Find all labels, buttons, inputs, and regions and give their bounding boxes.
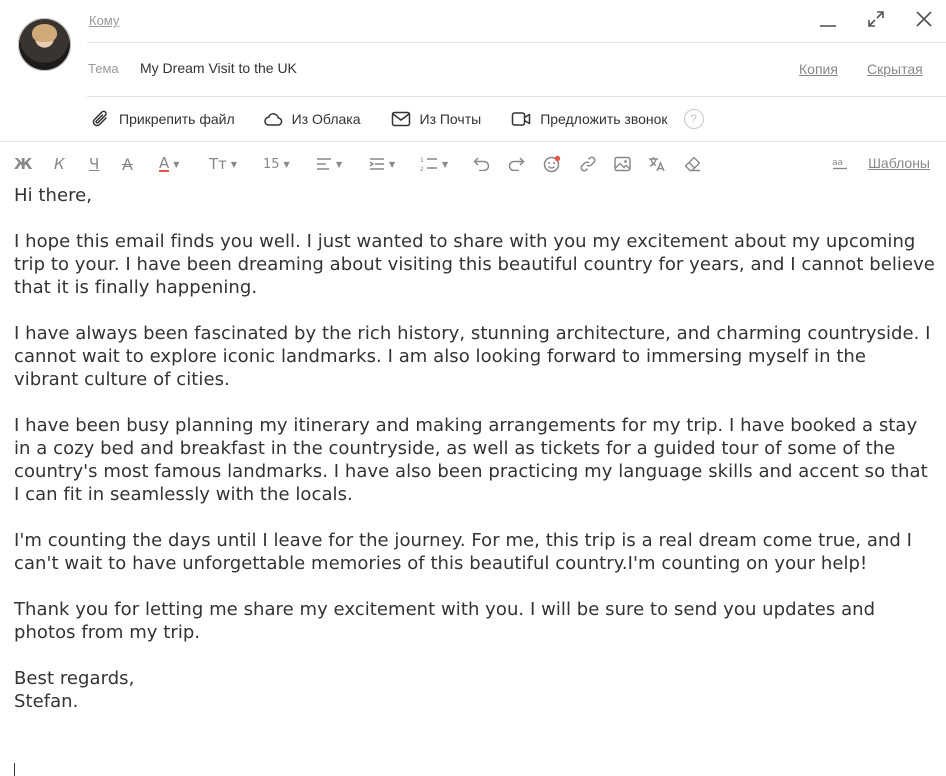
underline-button[interactable]: Ч — [89, 153, 99, 175]
attach-file-button[interactable]: Прикрепить файл — [92, 108, 235, 130]
message-paragraph: I hope this email finds you well. I just… — [14, 231, 935, 298]
clear-format-button[interactable] — [684, 153, 701, 175]
cloud-icon — [263, 113, 283, 126]
chevron-down-icon: ▼ — [336, 159, 343, 169]
attach-file-label: Прикрепить файл — [119, 111, 235, 127]
list-button[interactable]: 1 2 ▼ — [420, 153, 448, 175]
align-button[interactable]: ▼ — [316, 153, 342, 175]
indent-button[interactable]: ▼ — [369, 153, 395, 175]
emoji-icon — [543, 155, 561, 173]
templates-link[interactable]: Шаблоны — [868, 155, 930, 171]
envelope-icon — [391, 111, 410, 127]
suggest-call-button[interactable]: Предложить звонок — [511, 108, 668, 130]
subject-label: Тема — [88, 61, 119, 76]
eraser-icon — [684, 156, 701, 172]
chevron-down-icon: ▼ — [230, 159, 238, 169]
expand-icon — [868, 11, 884, 27]
to-divider — [87, 42, 946, 43]
subject-divider — [87, 96, 946, 97]
chevron-down-icon: ▼ — [389, 159, 396, 169]
from-mail-label: Из Почты — [419, 111, 482, 127]
from-mail-button[interactable]: Из Почты — [391, 108, 482, 130]
message-paragraph: I have been busy planning my itinerary a… — [14, 415, 928, 505]
message-paragraph: I have always been fascinated by the ric… — [14, 323, 931, 390]
redo-icon — [508, 157, 525, 171]
chevron-down-icon: ▼ — [283, 159, 290, 169]
message-paragraph: Hi there, — [14, 185, 93, 206]
indent-icon — [369, 158, 384, 170]
image-icon — [614, 156, 631, 172]
help-icon[interactable]: ? — [683, 109, 704, 129]
font-size-value: 15 — [263, 156, 280, 172]
align-left-icon — [317, 158, 331, 170]
close-icon — [916, 11, 932, 27]
cc-link[interactable]: Копия — [799, 61, 838, 77]
image-button[interactable] — [614, 153, 631, 175]
from-cloud-label: Из Облака — [291, 111, 361, 127]
signature-name: Stefan. — [14, 691, 79, 712]
text-cursor — [14, 763, 15, 776]
translate-icon — [649, 157, 665, 172]
message-paragraph: Thank you for letting me share my excite… — [14, 599, 876, 643]
redo-button[interactable] — [508, 153, 525, 175]
translate-button[interactable] — [648, 153, 666, 175]
signature-closing: Best regards, — [14, 668, 135, 689]
paperclip-icon — [92, 110, 107, 127]
from-cloud-button[interactable]: Из Облака — [263, 108, 361, 130]
numbered-list-icon: 1 2 — [420, 157, 437, 172]
font-color-button[interactable]: А ▼ — [159, 153, 179, 175]
svg-text:2: 2 — [420, 166, 424, 172]
expand-button[interactable] — [865, 8, 887, 30]
emoji-button[interactable] — [543, 153, 561, 175]
font-color-icon: А — [159, 154, 170, 172]
link-button[interactable] — [580, 153, 596, 175]
video-camera-icon — [511, 112, 531, 126]
format-toolbar: Ж К Ч А А ▼ Тт ▼ 15 ▼ ▼ ▼ 1 2 ▼ — [14, 153, 930, 175]
undo-button[interactable] — [473, 153, 490, 175]
spellcheck-icon[interactable]: аа — [832, 156, 848, 171]
bold-button[interactable]: Ж — [14, 153, 32, 175]
font-style-button[interactable]: Тт ▼ — [209, 153, 237, 175]
bcc-link[interactable]: Скрытая — [867, 61, 923, 77]
italic-button[interactable]: К — [54, 153, 65, 175]
toolbar-divider — [0, 141, 946, 142]
text-size-icon: Тт — [209, 155, 227, 173]
to-field-label[interactable]: Кому — [89, 13, 119, 28]
message-body[interactable]: Hi there, I hope this email finds you we… — [14, 184, 936, 736]
close-button[interactable] — [913, 8, 935, 30]
strikethrough-button[interactable]: А — [122, 153, 133, 175]
link-icon — [580, 156, 596, 172]
chevron-down-icon: ▼ — [442, 159, 449, 169]
minimize-button[interactable] — [817, 8, 839, 30]
undo-icon — [473, 157, 490, 171]
attachment-bar: Прикрепить файл Из Облака Из Почты Предл… — [92, 108, 704, 130]
minimize-icon — [820, 25, 836, 27]
message-paragraph: I'm counting the days until I leave for … — [14, 530, 912, 574]
suggest-call-label: Предложить звонок — [540, 111, 668, 127]
subject-input[interactable] — [140, 60, 760, 76]
font-size-select[interactable]: 15 ▼ — [263, 153, 290, 175]
avatar — [18, 18, 71, 71]
svg-text:аа: аа — [832, 158, 843, 168]
chevron-down-icon: ▼ — [173, 159, 180, 169]
svg-text:1: 1 — [420, 157, 424, 164]
